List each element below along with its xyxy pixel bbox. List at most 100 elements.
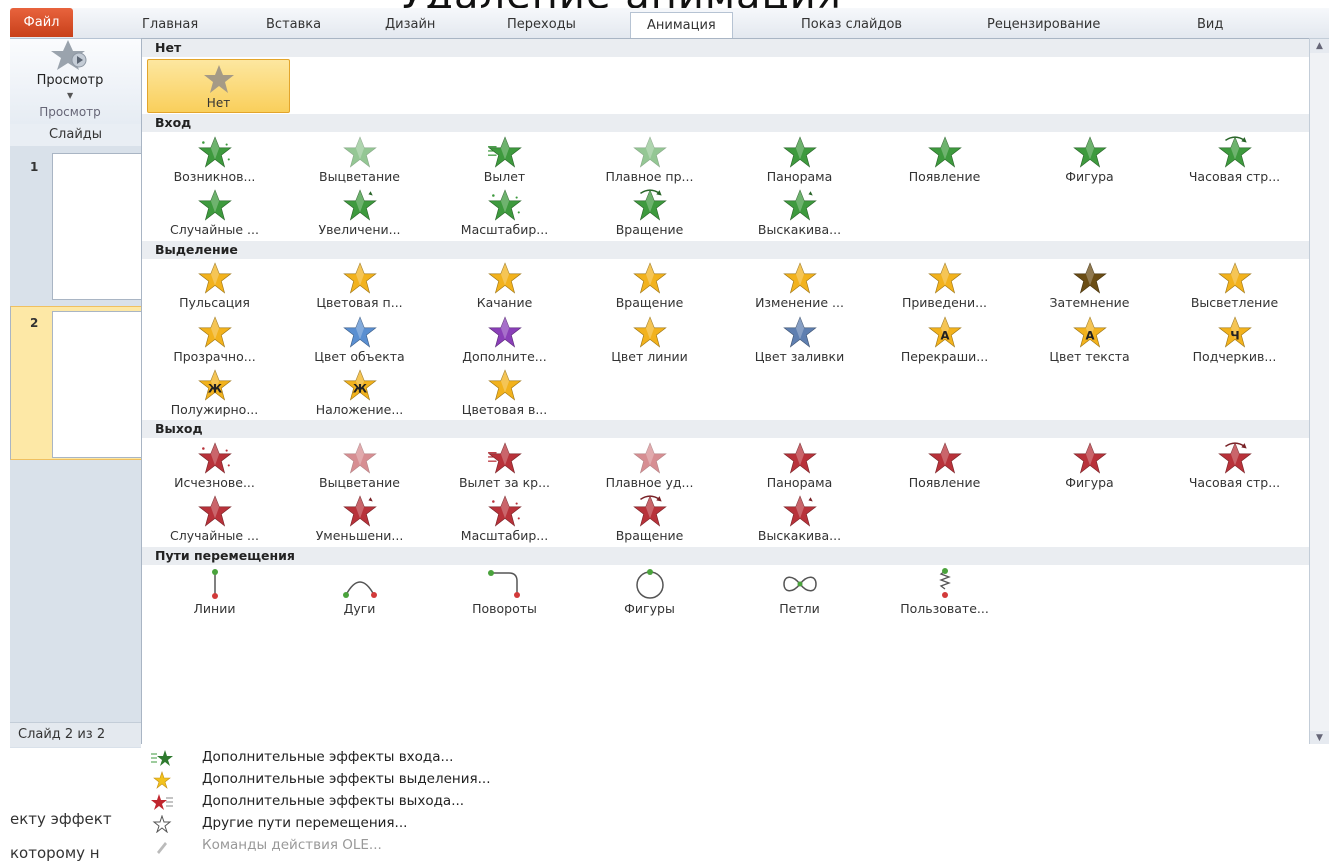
animation-exit-label: Фигура bbox=[1065, 475, 1114, 490]
menu-more-entrance[interactable]: Дополнительные эффекты входа... bbox=[141, 747, 741, 769]
tab-design[interactable]: Дизайн bbox=[385, 12, 435, 38]
animation-exit-label: Вылет за кр... bbox=[458, 475, 551, 490]
animation-exit-item-9[interactable]: Уменьшени... bbox=[287, 494, 432, 546]
animation-exit-item-6[interactable]: Фигура bbox=[1017, 441, 1162, 493]
tab-file[interactable]: Файл bbox=[10, 8, 73, 37]
animation-exit-item-12[interactable]: Выскакива... bbox=[727, 494, 872, 546]
animation-none-item[interactable]: Нет bbox=[147, 59, 290, 113]
animation-emphasis-item-3[interactable]: Вращение bbox=[577, 261, 722, 313]
animation-exit-item-4[interactable]: Панорама bbox=[727, 441, 872, 493]
animation-entrance-item-10[interactable]: Масштабир... bbox=[432, 188, 577, 240]
tab-home[interactable]: Главная bbox=[142, 12, 198, 38]
animation-emphasis-item-10[interactable]: Дополните... bbox=[432, 315, 577, 367]
emphasis-star-icon bbox=[142, 315, 287, 349]
preview-dropdown-icon[interactable]: ▼ bbox=[67, 91, 73, 100]
animation-exit-item-3[interactable]: Плавное уд... bbox=[577, 441, 722, 493]
animation-emphasis-item-4[interactable]: Изменение ... bbox=[727, 261, 872, 313]
menu-ole-actions-label: Команды действия OLE... bbox=[202, 837, 382, 853]
notes-text-line-1: екту эффект bbox=[10, 810, 112, 828]
animation-paths-item-0[interactable]: Линии bbox=[142, 567, 287, 619]
preview-button-label[interactable]: Просмотр bbox=[10, 73, 130, 88]
tab-insert[interactable]: Вставка bbox=[266, 12, 321, 38]
exit-star-icon bbox=[577, 494, 722, 528]
scroll-up-icon[interactable]: ▲ bbox=[1310, 39, 1329, 53]
animation-entrance-item-6[interactable]: Фигура bbox=[1017, 135, 1162, 187]
slides-panel-header[interactable]: Слайды bbox=[10, 124, 141, 146]
exit-effects-icon bbox=[151, 793, 173, 811]
animation-entrance-item-7[interactable]: Часовая стр... bbox=[1162, 135, 1307, 187]
animation-emphasis-item-16[interactable]: Ж Полужирно... bbox=[142, 368, 287, 420]
menu-more-emphasis[interactable]: Дополнительные эффекты выделения... bbox=[141, 769, 741, 791]
animation-emphasis-item-8[interactable]: Прозрачно... bbox=[142, 315, 287, 367]
animation-emphasis-item-2[interactable]: Качание bbox=[432, 261, 577, 313]
animation-paths-item-2[interactable]: Повороты bbox=[432, 567, 577, 619]
animation-entrance-item-3[interactable]: Плавное пр... bbox=[577, 135, 722, 187]
animation-paths-item-4[interactable]: Петли bbox=[727, 567, 872, 619]
entrance-star-icon bbox=[577, 135, 722, 169]
animation-emphasis-item-14[interactable]: A Цвет текста bbox=[1017, 315, 1162, 367]
animation-entrance-item-12[interactable]: Выскакива... bbox=[727, 188, 872, 240]
animation-emphasis-item-17[interactable]: Ж Наложение... bbox=[287, 368, 432, 420]
entrance-star-icon bbox=[577, 188, 722, 222]
svg-text:Ж: Ж bbox=[352, 381, 367, 395]
animation-exit-item-7[interactable]: Часовая стр... bbox=[1162, 441, 1307, 493]
animation-emphasis-item-11[interactable]: Цвет линии bbox=[577, 315, 722, 367]
animation-emphasis-item-18[interactable]: Цветовая в... bbox=[432, 368, 577, 420]
slide-thumbnail-2[interactable] bbox=[52, 311, 144, 458]
animation-entrance-item-5[interactable]: Появление bbox=[872, 135, 1017, 187]
animation-exit-item-8[interactable]: Случайные ... bbox=[142, 494, 287, 546]
animation-exit-item-11[interactable]: Вращение bbox=[577, 494, 722, 546]
entrance-star-icon bbox=[287, 188, 432, 222]
svg-text:Ч: Ч bbox=[1230, 328, 1239, 342]
entrance-star-icon bbox=[142, 135, 287, 169]
tab-transitions[interactable]: Переходы bbox=[507, 12, 576, 38]
tab-animation[interactable]: Анимация bbox=[630, 12, 733, 40]
animation-paths-item-5[interactable]: Пользовате... bbox=[872, 567, 1017, 619]
animation-entrance-item-1[interactable]: Выцветание bbox=[287, 135, 432, 187]
animation-paths-item-3[interactable]: Фигуры bbox=[577, 567, 722, 619]
menu-more-paths[interactable]: Другие пути перемещения... bbox=[141, 813, 741, 835]
animation-entrance-item-2[interactable]: Вылет bbox=[432, 135, 577, 187]
animation-emphasis-item-12[interactable]: Цвет заливки bbox=[727, 315, 872, 367]
preview-star-icon[interactable] bbox=[46, 38, 96, 76]
animation-entrance-item-9[interactable]: Увеличени... bbox=[287, 188, 432, 240]
scroll-down-icon[interactable]: ▼ bbox=[1310, 731, 1329, 745]
animation-entrance-item-0[interactable]: Возникнов... bbox=[142, 135, 287, 187]
animation-paths-label: Линии bbox=[193, 601, 236, 616]
tab-slideshow[interactable]: Показ слайдов bbox=[801, 12, 902, 38]
animation-exit-item-2[interactable]: Вылет за кр... bbox=[432, 441, 577, 493]
shape-path-icon bbox=[577, 567, 722, 601]
animation-entrance-item-4[interactable]: Панорама bbox=[727, 135, 872, 187]
tab-view[interactable]: Вид bbox=[1197, 12, 1223, 38]
animation-entrance-label: Увеличени... bbox=[318, 222, 401, 237]
animation-emphasis-item-6[interactable]: Затемнение bbox=[1017, 261, 1162, 313]
slide-counter-status: Слайд 2 из 2 bbox=[10, 722, 149, 747]
animation-emphasis-item-5[interactable]: Приведени... bbox=[872, 261, 1017, 313]
animation-emphasis-label: Приведени... bbox=[901, 295, 988, 310]
animation-paths-item-1[interactable]: Дуги bbox=[287, 567, 432, 619]
animation-emphasis-item-15[interactable]: Ч Подчеркив... bbox=[1162, 315, 1307, 367]
animation-emphasis-label: Качание bbox=[476, 295, 533, 310]
animation-emphasis-item-0[interactable]: Пульсация bbox=[142, 261, 287, 313]
animation-gallery: Нет Нет Вход Выделение Выход Пути переме… bbox=[141, 38, 1311, 746]
animation-emphasis-item-7[interactable]: Высветление bbox=[1162, 261, 1307, 313]
animation-entrance-item-11[interactable]: Вращение bbox=[577, 188, 722, 240]
animation-entrance-label: Появление bbox=[908, 169, 981, 184]
tab-review[interactable]: Рецензирование bbox=[987, 12, 1100, 38]
animation-exit-item-10[interactable]: Масштабир... bbox=[432, 494, 577, 546]
emphasis-star-icon: Ч bbox=[1162, 315, 1307, 349]
animation-exit-item-0[interactable]: Исчезнове... bbox=[142, 441, 287, 493]
menu-more-exit[interactable]: Дополнительные эффекты выхода... bbox=[141, 791, 741, 813]
animation-emphasis-label: Подчеркив... bbox=[1192, 349, 1277, 364]
emphasis-star-icon bbox=[577, 315, 722, 349]
animation-emphasis-item-9[interactable]: Цвет объекта bbox=[287, 315, 432, 367]
animation-emphasis-item-1[interactable]: Цветовая п... bbox=[287, 261, 432, 313]
animation-emphasis-item-13[interactable]: A Перекраши... bbox=[872, 315, 1017, 367]
animation-exit-label: Выцветание bbox=[319, 475, 400, 490]
animation-entrance-item-8[interactable]: Случайные ... bbox=[142, 188, 287, 240]
slide-thumbnail-1[interactable] bbox=[52, 153, 144, 300]
animation-exit-item-5[interactable]: Появление bbox=[872, 441, 1017, 493]
animation-exit-item-1[interactable]: Выцветание bbox=[287, 441, 432, 493]
gallery-scrollbar[interactable]: ▲ ▼ bbox=[1309, 38, 1329, 746]
emphasis-star-icon bbox=[287, 315, 432, 349]
